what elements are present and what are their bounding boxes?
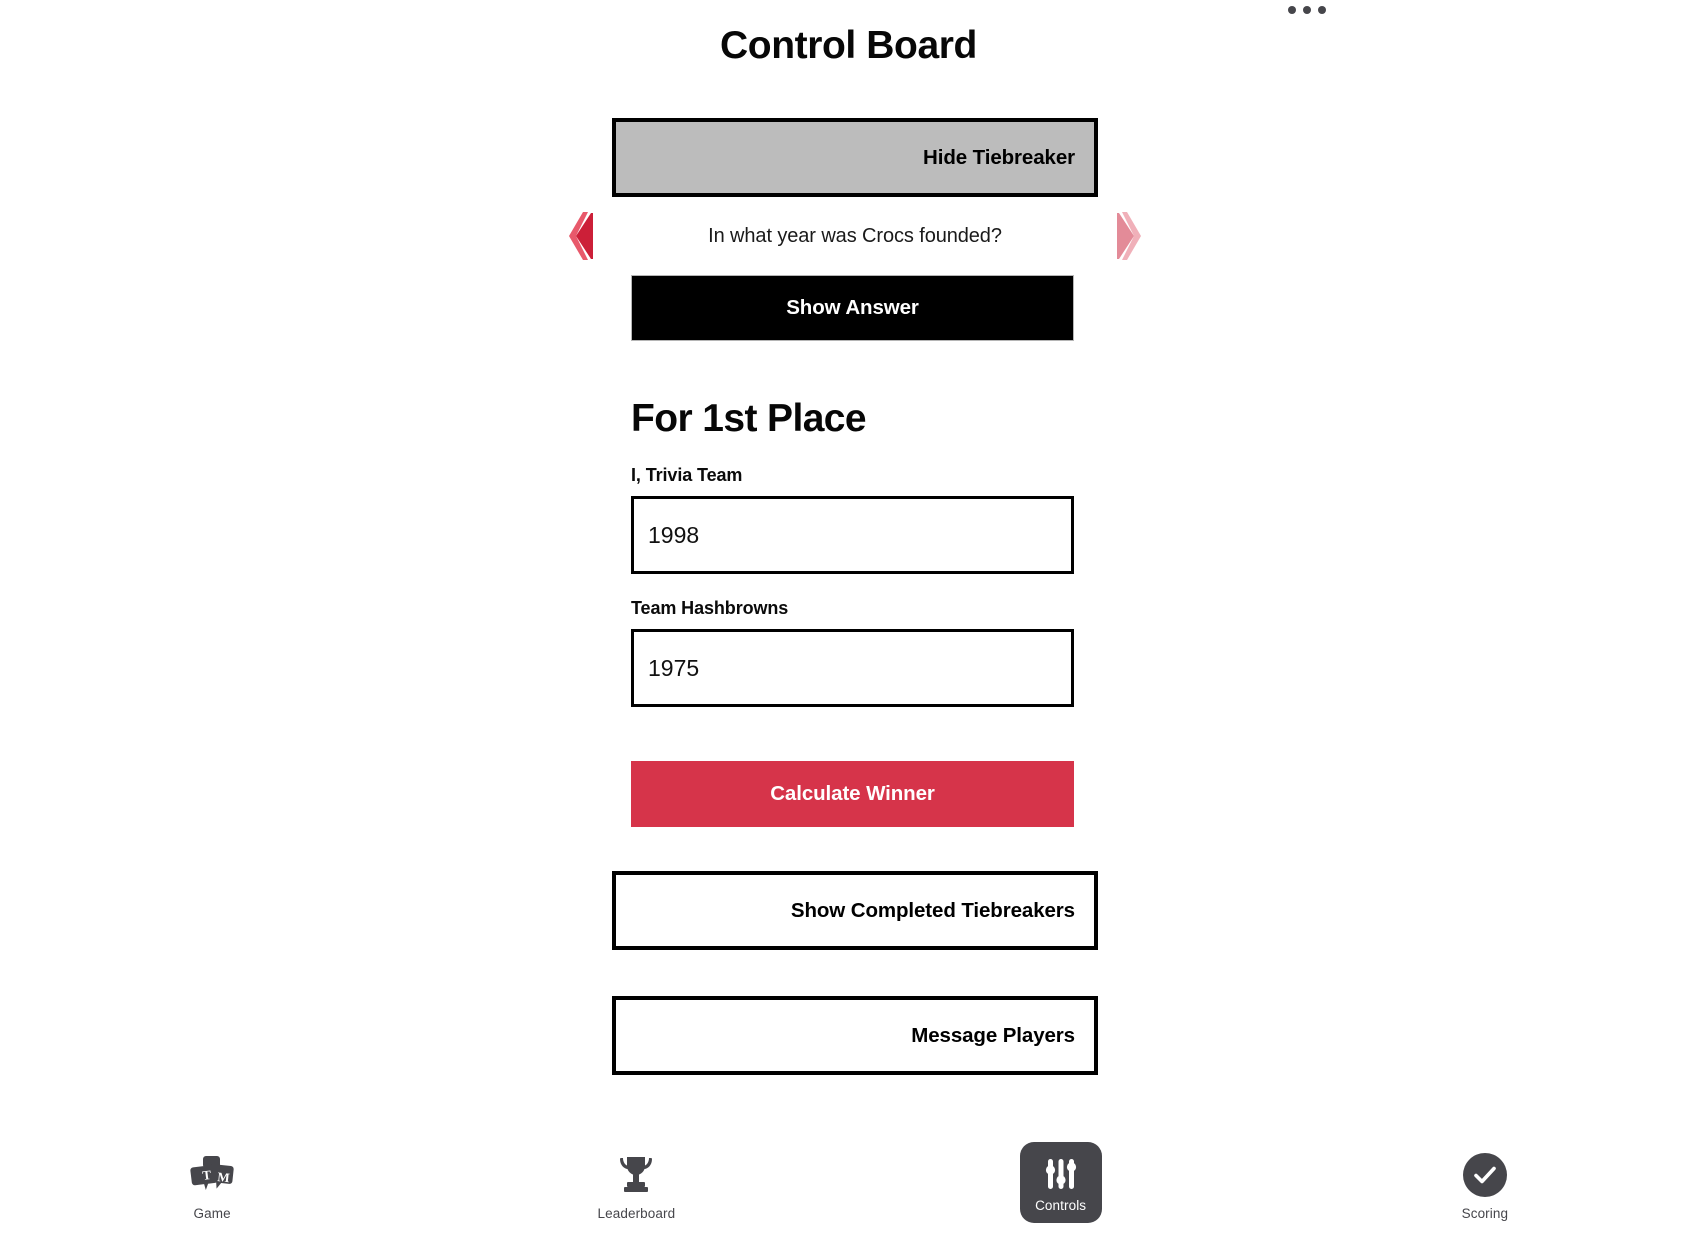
trivia-bubbles-icon: T M (189, 1152, 235, 1198)
tab-leaderboard[interactable]: Leaderboard (424, 1142, 848, 1221)
message-players-button[interactable]: Message Players (612, 996, 1098, 1075)
tab-label: Leaderboard (597, 1206, 676, 1221)
kebab-menu-icon (1318, 6, 1326, 14)
hide-tiebreaker-button[interactable]: Hide Tiebreaker (612, 118, 1098, 197)
tab-scoring[interactable]: Scoring (1273, 1142, 1697, 1221)
show-answer-button[interactable]: Show Answer (631, 275, 1074, 341)
question-navigator: In what year was Crocs founded? (569, 197, 1141, 275)
tab-controls[interactable]: Controls (1019, 1142, 1102, 1223)
svg-text:M: M (217, 1169, 231, 1185)
control-board-screen: Control Board Hide Tiebreaker In what ye… (0, 0, 1697, 1260)
tab-game[interactable]: T M Game (0, 1142, 424, 1221)
overflow-menu-button[interactable] (1288, 6, 1326, 14)
team-answer-input[interactable] (631, 629, 1074, 707)
kebab-menu-icon (1303, 6, 1311, 14)
tab-label: Controls (1035, 1198, 1087, 1213)
previous-question-button[interactable] (560, 211, 594, 261)
tiebreaker-heading: For 1st Place (631, 397, 867, 440)
trophy-icon (613, 1152, 659, 1198)
tiebreaker-entry: I, Trivia Team (631, 465, 1074, 574)
team-name-label: I, Trivia Team (631, 465, 743, 485)
kebab-menu-icon (1288, 6, 1296, 14)
tiebreaker-entry: Team Hashbrowns (631, 598, 1074, 707)
tab-controls-slot: Controls (849, 1142, 1273, 1223)
control-column: Hide Tiebreaker In what year was Crocs f… (569, 118, 1141, 1075)
tab-label: Game (193, 1206, 231, 1221)
chevron-left-icon (569, 212, 593, 260)
check-circle-icon (1462, 1152, 1508, 1198)
show-completed-tiebreakers-button[interactable]: Show Completed Tiebreakers (612, 871, 1098, 950)
check-badge (1462, 1153, 1507, 1197)
team-answer-input[interactable] (631, 496, 1074, 574)
calculate-winner-button[interactable]: Calculate Winner (631, 761, 1074, 827)
chevron-right-icon (1117, 212, 1141, 260)
next-question-button[interactable] (1116, 211, 1150, 261)
sliders-icon (1041, 1154, 1081, 1194)
bottom-tab-bar: T M Game Leaderboard Controls Scoring (0, 1142, 1697, 1260)
team-name-label: Team Hashbrowns (631, 598, 789, 618)
page-title: Control Board (720, 24, 977, 67)
question-text: In what year was Crocs founded? (708, 224, 1002, 247)
tab-label: Scoring (1461, 1206, 1509, 1221)
